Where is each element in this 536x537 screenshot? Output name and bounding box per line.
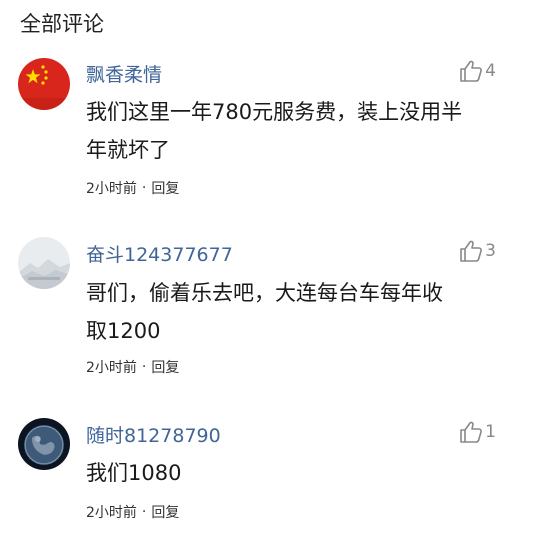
comment-text-line: 取1200	[86, 319, 161, 343]
thumbs-up-icon	[460, 60, 483, 82]
comment-meta: 2小时前 · 回复	[86, 357, 179, 377]
thumbs-up-icon	[460, 240, 483, 262]
timestamp: 2小时前	[86, 505, 137, 521]
like-count: 1	[485, 422, 496, 442]
timestamp: 2小时前	[86, 360, 137, 376]
avatar[interactable]	[18, 237, 70, 289]
like-button[interactable]: 1	[459, 421, 496, 443]
thumbs-up-icon	[460, 421, 483, 443]
timestamp: 2小时前	[86, 181, 137, 197]
reply-button[interactable]: 回复	[151, 178, 179, 198]
like-count: 3	[485, 241, 496, 261]
comment-meta: 2小时前 · 回复	[86, 178, 179, 198]
like-button[interactable]: 3	[459, 240, 496, 262]
comment-text-line: 哥们，偷着乐去吧，大连每台车每年收	[86, 281, 443, 305]
comment-meta: 2小时前 · 回复	[86, 502, 179, 522]
like-button[interactable]: 4	[459, 60, 496, 82]
avatar[interactable]	[18, 58, 70, 110]
comment-text: 哥们，偷着乐去吧，大连每台车每年收 取1200	[86, 274, 506, 350]
separator-dot: ·	[141, 180, 147, 196]
comment-text-line: 我们1080	[86, 461, 182, 485]
username[interactable]: 奋斗124377677	[86, 240, 233, 267]
separator-dot: ·	[141, 504, 147, 520]
reply-button[interactable]: 回复	[151, 357, 179, 377]
earth-icon	[18, 418, 70, 470]
mountain-icon	[18, 237, 70, 289]
comment-text-line: 我们这里一年780元服务费，装上没用半	[86, 100, 463, 124]
username[interactable]: 随时81278790	[86, 421, 221, 448]
comment-text: 我们这里一年780元服务费，装上没用半 年就坏了	[86, 93, 506, 169]
china-flag-icon	[18, 58, 70, 110]
comment-text: 我们1080	[86, 454, 506, 492]
comment-text-line: 年就坏了	[86, 138, 170, 162]
section-title: 全部评论	[20, 12, 104, 36]
avatar[interactable]	[18, 418, 70, 470]
reply-button[interactable]: 回复	[151, 502, 179, 522]
username[interactable]: 飘香柔情	[86, 60, 162, 87]
like-count: 4	[485, 61, 496, 81]
separator-dot: ·	[141, 359, 147, 375]
